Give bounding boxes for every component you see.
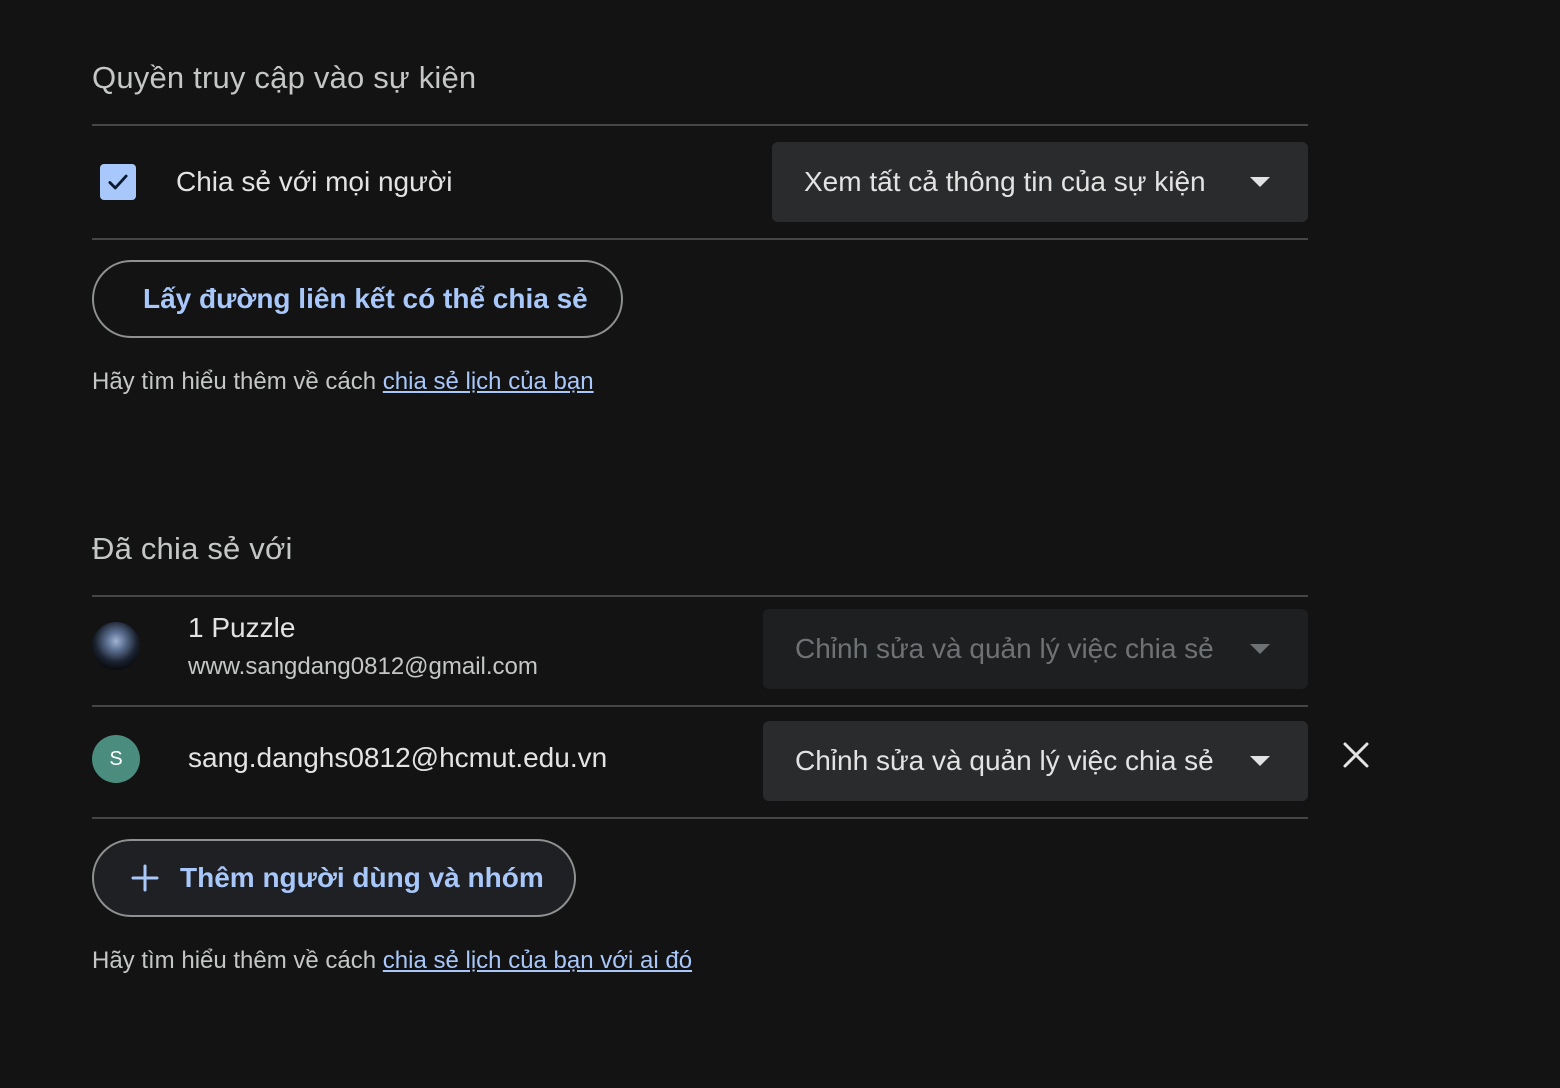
help-text-event-access: Hãy tìm hiểu thêm về cách chia sẻ lịch c… [92, 368, 594, 396]
help-text-shared-with: Hãy tìm hiểu thêm về cách chia sẻ lịch c… [92, 947, 692, 975]
avatar [92, 622, 140, 670]
user-permission-select[interactable]: Chỉnh sửa và quản lý việc chia sẻ [763, 721, 1308, 801]
public-permission-value: Xem tất cả thông tin của sự kiện [804, 166, 1206, 197]
help-link-share-with-someone[interactable]: chia sẻ lịch của bạn với ai đó [383, 947, 692, 974]
divider [92, 817, 1308, 819]
share-public-label: Chia sẻ với mọi người [176, 166, 453, 197]
share-public-checkbox[interactable] [100, 164, 136, 200]
user-permission-value: Chỉnh sửa và quản lý việc chia sẻ [795, 633, 1214, 664]
plus-icon [131, 864, 159, 892]
close-icon [1343, 742, 1369, 768]
user-permission-select: Chỉnh sửa và quản lý việc chia sẻ [763, 609, 1308, 689]
event-access-title: Quyền truy cập vào sự kiện [92, 60, 477, 95]
shared-with-title: Đã chia sẻ với [92, 531, 293, 566]
user-name: 1 Puzzle [188, 612, 296, 643]
public-permission-select[interactable]: Xem tất cả thông tin của sự kiện [772, 142, 1308, 222]
user-permission-value: Chỉnh sửa và quản lý việc chia sẻ [795, 745, 1214, 776]
divider [92, 238, 1308, 240]
checkmark-icon [108, 174, 128, 190]
divider [92, 595, 1308, 597]
get-shareable-link-button[interactable]: Lấy đường liên kết có thể chia sẻ [92, 260, 623, 338]
dropdown-arrow-icon [1250, 644, 1270, 654]
divider [92, 705, 1308, 707]
user-email: www.sangdang0812@gmail.com [188, 653, 538, 680]
help-text-prefix: Hãy tìm hiểu thêm về cách [92, 368, 383, 395]
add-people-button[interactable]: Thêm người dùng và nhóm [92, 839, 576, 917]
divider [92, 124, 1308, 126]
calendar-sharing-settings: Quyền truy cập vào sự kiện Chia sẻ với m… [0, 0, 1560, 1088]
add-people-label: Thêm người dùng và nhóm [180, 862, 544, 893]
user-name: sang.danghs0812@hcmut.edu.vn [188, 742, 608, 773]
dropdown-arrow-icon [1250, 177, 1270, 187]
avatar: S [92, 735, 140, 783]
remove-user-button[interactable] [1336, 735, 1376, 775]
help-link-share-calendar[interactable]: chia sẻ lịch của bạn [383, 368, 594, 395]
help-text-prefix: Hãy tìm hiểu thêm về cách [92, 947, 383, 974]
dropdown-arrow-icon [1250, 756, 1270, 766]
